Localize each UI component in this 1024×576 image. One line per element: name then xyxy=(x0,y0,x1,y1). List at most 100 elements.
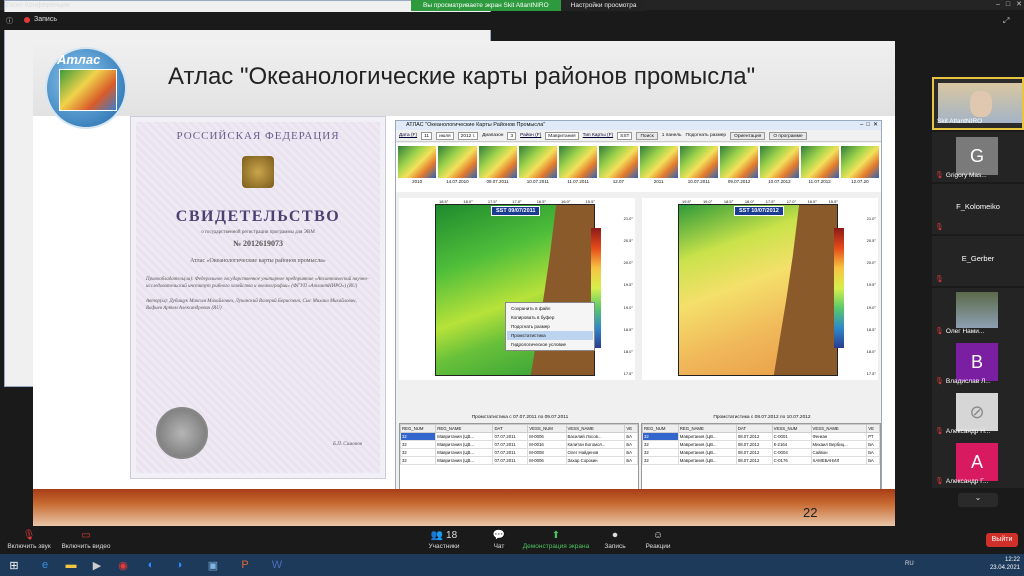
zoom-icon[interactable]: ◐ xyxy=(140,556,162,574)
mic-off-icon: 🎙 xyxy=(22,530,36,541)
media-icon[interactable]: ▶ xyxy=(86,556,108,574)
participant-tile[interactable]: F_Kolomeiko 🎙 xyxy=(932,184,1024,234)
app-min-icon: – xyxy=(860,122,864,128)
table-header: REG_NUM REG_NAME DAT VESS_NUM VESS_NAME VE xyxy=(399,424,638,433)
thumbnail: 10.07.2012 xyxy=(760,146,799,189)
participant-tile[interactable]: А 🎙 Александр Г... xyxy=(932,438,1024,488)
minimize-button[interactable]: – xyxy=(996,0,1000,10)
participant-tile[interactable]: ⊘ 🎙 Александр Н... xyxy=(932,388,1024,438)
table-row: 32 Мавритания (ЦВ... 08.07.2012 С-0004 Сайво… xyxy=(642,448,880,457)
participant-avatar: G xyxy=(956,137,998,175)
thumbnail: 14.07.2010 xyxy=(438,146,477,189)
reactions-icon: ☺ xyxy=(652,530,664,541)
region-field: Мавритания xyxy=(545,131,579,140)
sst-map-2012: 19.5° 19.0° 18.5° 18.0° 17.5° 17.0° 16.5° 15.5°… xyxy=(642,198,878,380)
muted-mic-icon: 🎙 xyxy=(935,224,944,231)
maximize-button[interactable]: □ xyxy=(1006,0,1010,10)
explorer-icon[interactable]: ▬ xyxy=(60,556,82,574)
land-area xyxy=(773,205,837,375)
thumbnail: 11.07.2012 xyxy=(800,146,839,189)
stats-table-2011: Промстатистика с 07.07.2011 по 09.07.201… xyxy=(399,415,640,504)
participants-button[interactable]: 👥 18 Участники xyxy=(420,530,468,550)
cert-authors: Автор(ы): Дубищук Максим Михайлович, Лук… xyxy=(146,299,357,311)
leave-button[interactable]: Выйти xyxy=(986,533,1018,547)
lat-ticks: 21.0° 20.5° 20.0° 19.5° 19.0° 18.5° 18.0° 17.5° xyxy=(623,216,633,376)
ie-icon[interactable]: e xyxy=(34,556,56,574)
cert-title: СВИДЕТЕЛЬСТВО xyxy=(175,208,341,225)
tray-lang[interactable]: RU xyxy=(905,561,914,567)
reactions-button[interactable]: ☺ Реакции xyxy=(640,530,676,550)
close-button[interactable]: ✕ xyxy=(1016,0,1022,10)
info-icon[interactable]: ⓘ xyxy=(6,16,13,26)
seal-icon xyxy=(156,407,208,459)
participant-tile-active[interactable]: Skit AtlantNIRO xyxy=(932,77,1024,130)
logo-text: Атлас xyxy=(57,52,101,67)
participant-tile[interactable]: 🎙 Олег Нами... xyxy=(932,288,1024,338)
participant-tile[interactable]: G 🎙 Grigory Mas... xyxy=(932,132,1024,182)
muted-mic-icon: 🎙 xyxy=(935,172,944,179)
participant-avatar: В xyxy=(956,343,998,381)
cert-holder: Правообладатель(ли): Федеральное государ… xyxy=(146,277,369,289)
chat-icon: 💬 xyxy=(492,530,506,541)
participant-status: 🎙 xyxy=(935,223,944,231)
fit-checkbox: Подогнать размер xyxy=(685,133,727,138)
app-max-icon: □ xyxy=(866,122,870,128)
cert-program-name: Атлас «Океанологические карты районов пр… xyxy=(190,258,326,264)
scroll-down-button[interactable]: ⌄ xyxy=(958,493,998,507)
menu-item-copy: Копировать в буфер xyxy=(511,315,555,320)
record-dot-icon xyxy=(24,16,30,23)
table-row: 32 Мавритания (ЦВ... 07.07.2011 М-0008 Олег … xyxy=(399,448,638,457)
month-field: июля xyxy=(436,131,454,140)
view-options-button[interactable]: Настройки просмотра xyxy=(560,0,647,11)
search-button: Поиск xyxy=(636,131,658,140)
year-field: 2012 г. xyxy=(457,131,479,140)
unmute-button[interactable]: 🎙 Включить звук xyxy=(4,530,54,550)
start-video-button[interactable]: ▭ Включить видео xyxy=(58,530,114,550)
chat-button[interactable]: 💬 Чат xyxy=(484,530,514,550)
fullscreen-icon[interactable]: ⤢ xyxy=(1003,16,1009,26)
table-row: 32 Мавритания (ЦВ... 07.07.2011 М-0006 Захар… xyxy=(399,456,638,465)
context-menu: Сохранить в файл Копировать в буфер Подо… xyxy=(505,302,595,351)
word-icon[interactable]: W xyxy=(266,556,288,574)
participant-tile[interactable]: E_Gerber 🎙 xyxy=(932,236,1024,286)
participant-name-center: E_Gerber xyxy=(961,254,995,263)
participant-name-center: F_Kolomeiko xyxy=(956,202,1000,211)
menu-item-hydro: Гидрологическое условие xyxy=(511,342,567,347)
taskbar: ⊞ e ▬ ▶ ◉ ◐ ◑ ▣ P W RU 12:22 23.04.2021 xyxy=(0,554,1024,576)
video-off-icon: ▭ xyxy=(81,530,91,541)
record-icon: ⏺ xyxy=(612,530,618,541)
logo-map-image xyxy=(59,69,117,111)
participant-tile[interactable]: В 🎙 Владислав Л... xyxy=(932,338,1024,388)
about-button: О программе xyxy=(769,131,807,140)
cert-number: № 2012619073 xyxy=(232,239,284,248)
thumbnail: 2010 xyxy=(398,146,437,189)
thumbnail-strip: 2010 14.07.2010 09.07.2011 10.07.2011 11… xyxy=(396,143,881,192)
participants-icon: 👥 18 xyxy=(430,530,458,541)
powerpoint-icon[interactable]: P xyxy=(234,556,256,574)
table-caption: Промстатистика с 08.07.2012 по 10.07.201… xyxy=(713,415,811,420)
windows-start-icon[interactable]: ⊞ xyxy=(0,556,28,574)
panel-checkbox: 1 панель xyxy=(661,133,682,138)
orient-button: Ориентация xyxy=(730,131,766,140)
save-icon[interactable]: ▣ xyxy=(202,556,224,574)
zoom-meeting-icon[interactable]: ◑ xyxy=(168,556,190,574)
meeting-controls: 🎙 Включить звук ▭ Включить видео 👥 18 Участ… xyxy=(0,528,1024,554)
atlas-app-screenshot: АТЛАС "Океанологические Карты Районов Пр… xyxy=(395,120,882,507)
share-screen-button[interactable]: ⬆ Демонстрация экрана xyxy=(520,530,592,550)
table-header: REG_NUM REG_NAME DAT VESS_NUM VESS_NAME VE xyxy=(642,424,880,433)
menu-item-stats: Промстатистика xyxy=(507,331,593,340)
participant-video xyxy=(938,83,1022,123)
map-date-label: SST 10/07/2012 xyxy=(734,206,784,216)
record-button[interactable]: ⏺ Запись xyxy=(598,530,632,550)
lat-ticks: 21.0° 20.5° 20.0° 19.5° 19.0° 18.5° 18.0° 17.5° xyxy=(866,216,876,376)
menu-item-fit: Подогнать размер xyxy=(511,324,550,329)
chrome-icon[interactable]: ◉ xyxy=(112,556,134,574)
share-banner: Вы просматриваете экран Skit AtlantNIRO … xyxy=(411,0,647,11)
muted-mic-icon: 🎙 xyxy=(935,276,944,283)
participant-avatar-placeholder: ⊘ xyxy=(956,393,998,431)
clock[interactable]: 12:22 23.04.2021 xyxy=(990,556,1020,572)
slide-footer: 22 xyxy=(33,489,895,526)
region-link: Район (F) xyxy=(520,133,542,138)
menu-item-save: Сохранить в файл xyxy=(511,306,551,311)
thumbnail: 09.07.2012 xyxy=(720,146,759,189)
